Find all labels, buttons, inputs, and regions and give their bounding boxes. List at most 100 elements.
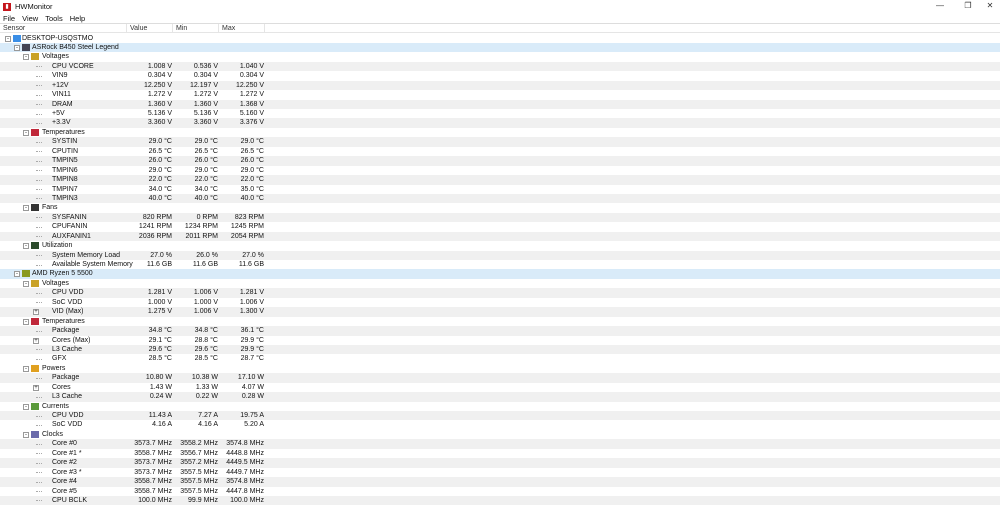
sensor-label: Fans bbox=[42, 204, 58, 212]
sensor-row[interactable]: Core #3 * 3573.7 MHz 3557.5 MHz 4449.7 MHz bbox=[0, 468, 1000, 477]
sensor-row[interactable]: Core #0 3573.7 MHz 3558.2 MHz 3574.8 MHz bbox=[0, 439, 1000, 449]
collapse-icon[interactable]: - bbox=[23, 280, 29, 287]
tree-node[interactable]: - Currents bbox=[0, 402, 1000, 411]
sensor-row[interactable]: TMPIN6 29.0 °C 29.0 °C 29.0 °C bbox=[0, 166, 1000, 175]
tree-line bbox=[36, 217, 42, 219]
tree-line bbox=[36, 170, 42, 172]
tree-line bbox=[36, 481, 42, 483]
collapse-icon[interactable]: - bbox=[23, 403, 29, 410]
sensor-row[interactable]: CPUTIN 26.5 °C 26.5 °C 26.5 °C bbox=[0, 147, 1000, 156]
collapse-icon[interactable]: - bbox=[23, 54, 29, 61]
collapse-icon[interactable]: - bbox=[23, 365, 29, 372]
tree-node[interactable]: - Powers bbox=[0, 364, 1000, 373]
sensor-row[interactable]: Core #4 3558.7 MHz 3557.5 MHz 3574.8 MHz bbox=[0, 477, 1000, 487]
sensor-row[interactable]: CPU VDD 1.281 V 1.006 V 1.281 V bbox=[0, 288, 1000, 298]
sensor-row[interactable]: TMPIN8 22.0 °C 22.0 °C 22.0 °C bbox=[0, 175, 1000, 185]
sensor-row[interactable]: +12V 12.250 V 12.197 V 12.250 V bbox=[0, 80, 1000, 91]
sensor-label: Utilization bbox=[42, 242, 73, 250]
tree-node[interactable]: - ASRock B450 Steel Legend bbox=[0, 42, 1000, 53]
collapse-icon[interactable]: - bbox=[23, 129, 29, 136]
collapse-icon[interactable]: - bbox=[5, 35, 11, 42]
collapse-icon[interactable]: - bbox=[14, 44, 20, 51]
sensor-row[interactable]: CPU BCLK 100.0 MHz 99.9 MHz 100.0 MHz bbox=[0, 495, 1000, 506]
max-cell: 22.0 °C bbox=[240, 176, 264, 184]
tree-line bbox=[36, 226, 42, 228]
sensor-row[interactable]: SYSFANIN 820 RPM 0 RPM 823 RPM bbox=[0, 212, 1000, 223]
sensor-row[interactable]: Core #1 * 3558.7 MHz 3556.7 MHz 4448.8 MHz bbox=[0, 449, 1000, 458]
tree-node[interactable]: - DESKTOP-USQSTMO bbox=[0, 34, 1000, 43]
window-title: HWMonitor bbox=[15, 2, 53, 11]
tree-line bbox=[36, 122, 42, 124]
expand-icon[interactable]: + bbox=[33, 337, 39, 344]
tree-node[interactable]: - Temperatures bbox=[0, 128, 1000, 137]
sensor-label: Cores (Max) bbox=[52, 336, 91, 344]
sensor-row[interactable]: + Cores 1.43 W 1.33 W 4.07 W bbox=[0, 383, 1000, 392]
tree-node[interactable]: - AMD Ryzen 5 5500 bbox=[0, 269, 1000, 279]
tree-node[interactable]: - Fans bbox=[0, 203, 1000, 212]
tree-node[interactable]: - Voltages bbox=[0, 279, 1000, 288]
sensor-row[interactable]: +5V 5.136 V 5.136 V 5.160 V bbox=[0, 109, 1000, 118]
sensor-label: TMPIN3 bbox=[52, 194, 78, 202]
sensor-row[interactable]: SoC VDD 4.16 A 4.16 A 5.20 A bbox=[0, 420, 1000, 429]
expand-icon[interactable]: + bbox=[33, 384, 39, 391]
collapse-icon[interactable]: - bbox=[23, 431, 29, 438]
sensor-row[interactable]: VIN11 1.272 V 1.272 V 1.272 V bbox=[0, 90, 1000, 99]
sensor-row[interactable]: VIN9 0.304 V 0.304 V 0.304 V bbox=[0, 71, 1000, 80]
sensor-row[interactable]: Available System Memory 11.6 GB 11.6 GB 11.… bbox=[0, 260, 1000, 269]
sensor-label: CPU VDD bbox=[52, 412, 84, 419]
sensor-row[interactable]: CPU VDD 11.43 A 7.27 A 19.75 A bbox=[0, 411, 1000, 421]
tree-line bbox=[36, 198, 42, 200]
tree-node[interactable]: - Temperatures bbox=[0, 317, 1000, 326]
sensor-row[interactable]: +3.3V 3.360 V 3.360 V 3.376 V bbox=[0, 118, 1000, 128]
close-button[interactable]: ✕ bbox=[980, 0, 1000, 12]
tree-node[interactable]: - Utilization bbox=[0, 241, 1000, 250]
thermometer-icon bbox=[31, 317, 39, 325]
tree-line bbox=[36, 189, 42, 190]
sensor-row[interactable]: Package 34.8 °C 34.8 °C 36.1 °C bbox=[0, 326, 1000, 336]
sensor-row[interactable]: Package 10.80 W 10.38 W 17.10 W bbox=[0, 373, 1000, 383]
sensor-row[interactable]: TMPIN7 34.0 °C 34.0 °C 35.0 °C bbox=[0, 185, 1000, 194]
sensor-row[interactable]: CPU VCORE 1.008 V 0.536 V 1.040 V bbox=[0, 61, 1000, 72]
sensor-row[interactable]: GFX 28.5 °C 28.5 °C 28.7 °C bbox=[0, 354, 1000, 363]
sensor-row[interactable]: + VID (Max) 1.275 V 1.006 V 1.300 V bbox=[0, 307, 1000, 317]
sensor-row[interactable]: CPUFANIN 1241 RPM 1234 RPM 1245 RPM bbox=[0, 222, 1000, 231]
column-min[interactable]: Min bbox=[173, 24, 219, 33]
tree-line bbox=[36, 349, 42, 351]
sensor-row[interactable]: System Memory Load 27.0 % 26.0 % 27.0 % bbox=[0, 250, 1000, 260]
sensor-row[interactable]: L3 Cache 29.6 °C 29.6 °C 29.9 °C bbox=[0, 344, 1000, 355]
sensor-label: +5V bbox=[52, 110, 65, 117]
menu-view[interactable]: View bbox=[22, 14, 38, 23]
collapse-icon[interactable]: - bbox=[23, 318, 29, 325]
sensor-row[interactable]: AUXFANIN1 2036 RPM 2011 RPM 2054 RPM bbox=[0, 231, 1000, 242]
sensor-row[interactable]: TMPIN3 40.0 °C 40.0 °C 40.0 °C bbox=[0, 193, 1000, 204]
menu-help[interactable]: Help bbox=[70, 14, 85, 23]
tree-line bbox=[36, 85, 42, 87]
sensor-row[interactable]: L3 Cache 0.24 W 0.22 W 0.28 W bbox=[0, 392, 1000, 402]
sensor-label: Voltages bbox=[42, 279, 69, 287]
sensor-row[interactable]: + Cores (Max) 29.1 °C 28.8 °C 29.9 °C bbox=[0, 336, 1000, 345]
sensor-row[interactable]: TMPIN5 26.0 °C 26.0 °C 26.0 °C bbox=[0, 156, 1000, 166]
sensor-label: Currents bbox=[42, 402, 69, 410]
tree-node[interactable]: - Voltages bbox=[0, 52, 1000, 61]
sensor-row[interactable]: SoC VDD 1.000 V 1.000 V 1.006 V bbox=[0, 298, 1000, 307]
collapse-icon[interactable]: - bbox=[23, 243, 29, 250]
column-sensor[interactable]: Sensor bbox=[0, 24, 127, 33]
sensor-row[interactable]: Core #2 3573.7 MHz 3557.2 MHz 4449.5 MHz bbox=[0, 458, 1000, 468]
tree-line bbox=[36, 236, 42, 238]
column-value[interactable]: Value bbox=[127, 24, 173, 33]
tree-line bbox=[36, 104, 42, 106]
tree-node[interactable]: - Clocks bbox=[0, 430, 1000, 439]
tree-line bbox=[36, 500, 42, 502]
sensor-row[interactable]: DRAM 1.360 V 1.360 V 1.368 V bbox=[0, 99, 1000, 109]
column-max[interactable]: Max bbox=[219, 24, 265, 33]
minimize-button[interactable]: — bbox=[930, 0, 950, 12]
collapse-icon[interactable]: - bbox=[23, 205, 29, 212]
collapse-icon[interactable]: - bbox=[14, 271, 20, 278]
sensor-row[interactable]: SYSTIN 29.0 °C 29.0 °C 29.0 °C bbox=[0, 137, 1000, 147]
sensor-row[interactable]: Core #5 3558.7 MHz 3557.5 MHz 4447.8 MHz bbox=[0, 487, 1000, 496]
menu-file[interactable]: File bbox=[3, 14, 15, 23]
maximize-button[interactable]: ❐ bbox=[958, 0, 978, 12]
expand-icon[interactable]: + bbox=[33, 309, 39, 316]
menu-tools[interactable]: Tools bbox=[45, 14, 63, 23]
voltage-icon bbox=[31, 279, 39, 287]
